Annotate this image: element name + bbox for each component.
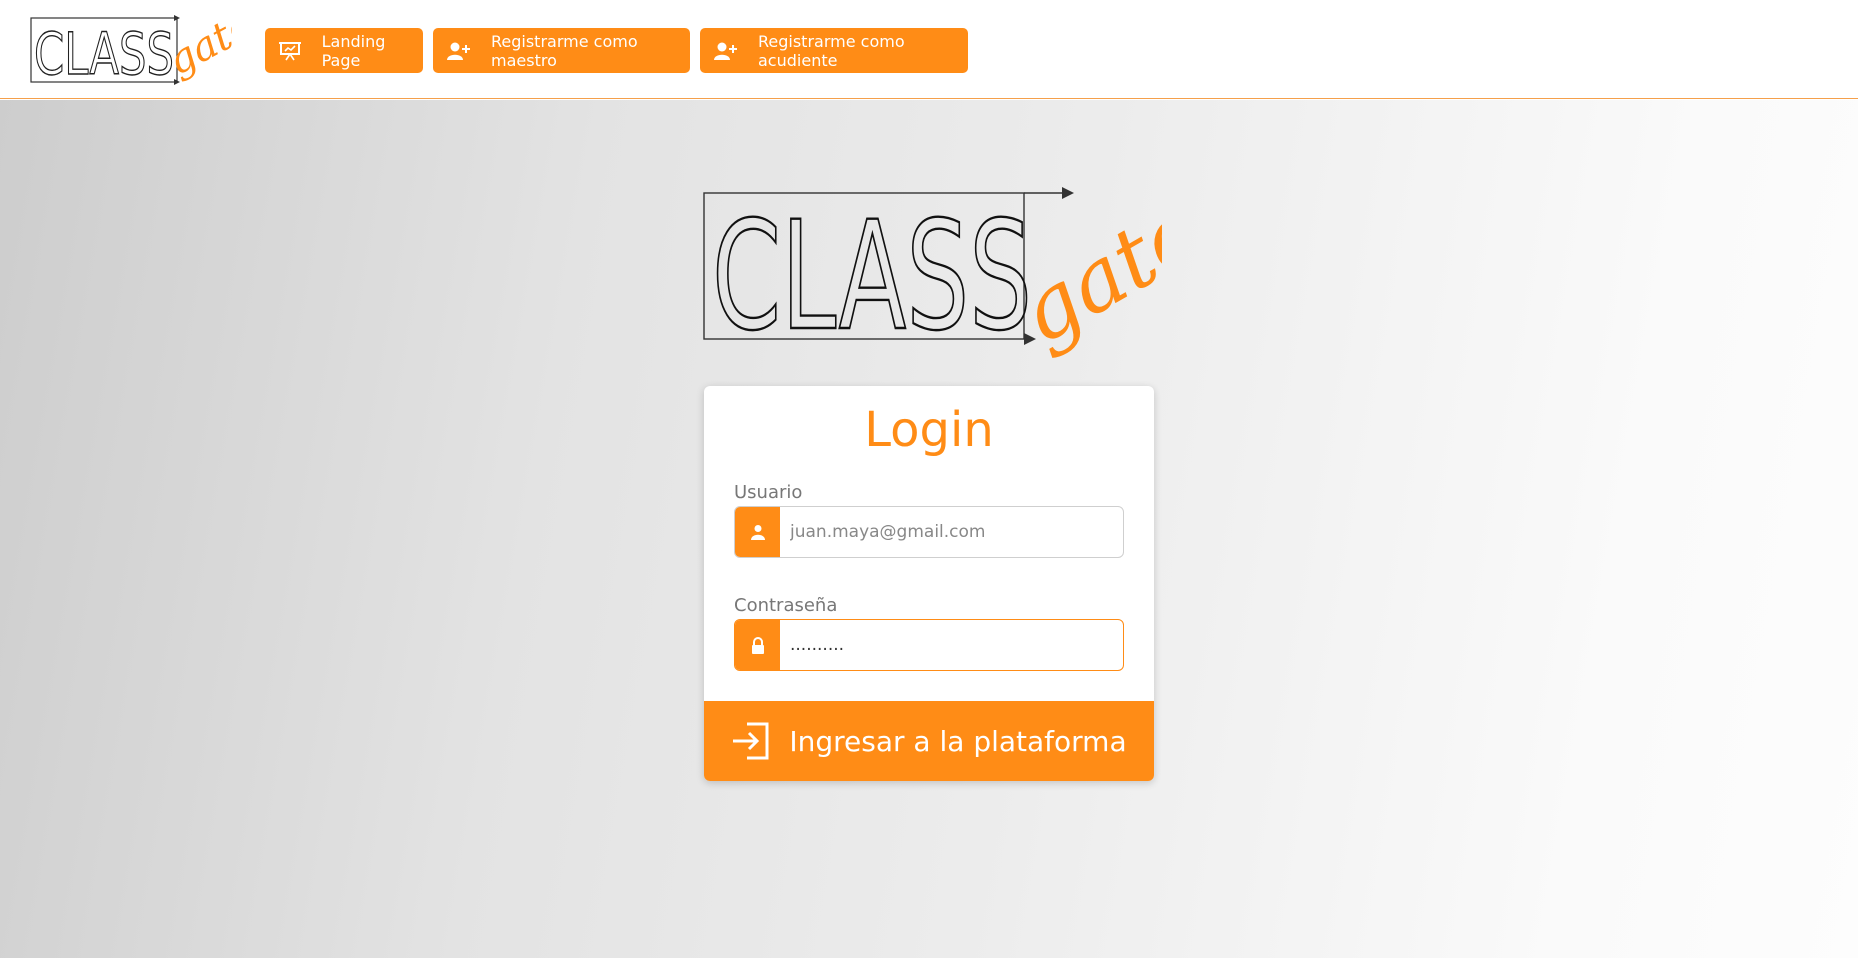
register-teacher-button[interactable]: Registrarme como maestro xyxy=(433,28,690,73)
landing-page-button[interactable]: Landing Page xyxy=(265,28,423,73)
password-input-group xyxy=(734,619,1124,671)
sign-in-icon xyxy=(731,722,771,760)
login-submit-button[interactable]: Ingresar a la plataforma xyxy=(704,701,1154,781)
classgate-large-logo: CLASS gate xyxy=(703,181,1162,358)
register-guardian-label: Registrarme como acudiente xyxy=(758,31,905,70)
top-navbar: CLASS gate Landing Page Registrarme como… xyxy=(0,0,1858,99)
user-plus-icon xyxy=(714,40,738,62)
username-input[interactable] xyxy=(780,507,1123,557)
username-input-group xyxy=(734,506,1124,558)
login-title: Login xyxy=(864,402,994,458)
lock-icon xyxy=(735,620,780,670)
svg-text:CLASS: CLASS xyxy=(34,20,174,88)
login-card: Login Usuario Contraseña Ingresar a la p… xyxy=(704,386,1154,781)
password-label: Contraseña xyxy=(734,595,838,616)
username-label: Usuario xyxy=(734,482,803,503)
login-submit-label: Ingresar a la plataforma xyxy=(789,724,1127,758)
register-teacher-label: Registrarme como maestro xyxy=(491,31,638,70)
classgate-logo[interactable]: CLASS gate xyxy=(28,8,232,92)
landing-page-label: Landing Page xyxy=(321,31,386,70)
password-input[interactable] xyxy=(780,620,1123,670)
user-icon xyxy=(735,507,780,557)
register-guardian-button[interactable]: Registrarme como acudiente xyxy=(700,28,968,73)
presentation-board-icon xyxy=(279,40,302,62)
user-plus-icon xyxy=(447,40,471,62)
svg-text:CLASS: CLASS xyxy=(712,190,1032,358)
